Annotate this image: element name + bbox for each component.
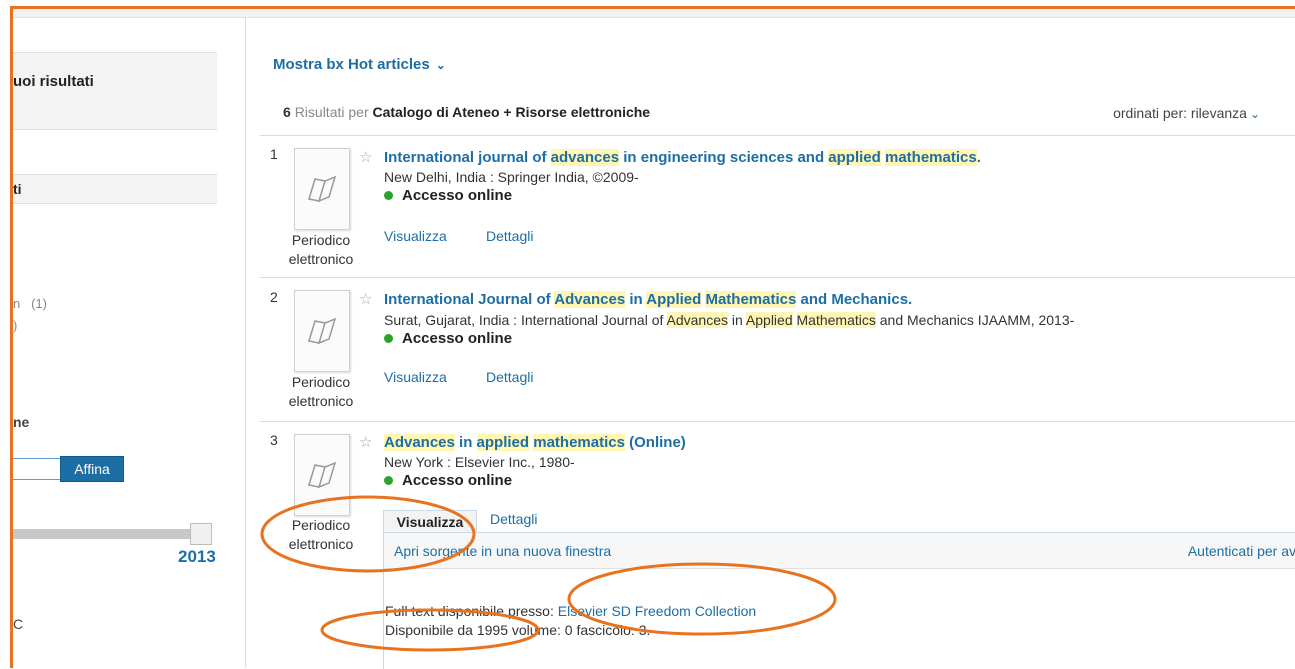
book-icon[interactable]	[294, 290, 350, 372]
facet-date-heading: ne	[13, 414, 30, 430]
facet-count-2[interactable]: )	[13, 318, 17, 333]
online-dot-icon	[384, 476, 393, 485]
year-max-label: 2013	[178, 547, 216, 566]
title-text: and Mechanics.	[796, 291, 913, 308]
results-divider	[260, 135, 1295, 136]
view-panel-bar: Apri sorgente in una nuova finestra Aute…	[384, 533, 1295, 569]
title-highlight: mathematics	[533, 434, 625, 451]
title-text: International journal of	[384, 149, 551, 166]
online-dot-icon	[384, 334, 393, 343]
per-word: per	[348, 104, 369, 120]
publisher-text	[793, 312, 797, 328]
result-type: Periodico elettronico	[288, 374, 354, 409]
online-dot-icon	[384, 191, 393, 200]
book-icon[interactable]	[294, 434, 350, 516]
facet-count-1[interactable]: n (1)	[13, 296, 47, 311]
publisher-text: and Mechanics IJAAMM, 2013-	[875, 312, 1075, 328]
title-text: in engineering sciences and	[619, 149, 829, 166]
result-title[interactable]: International Journal of Advances in App…	[384, 291, 912, 308]
chevron-down-icon: ⌄	[1249, 107, 1260, 121]
title-text: .	[976, 149, 981, 166]
result-number: 2	[270, 289, 278, 305]
fulltext-line: Full text disponibile presso: Elsevier S…	[385, 603, 756, 619]
view-link[interactable]: Visualizza	[384, 369, 447, 385]
publisher-text: in	[728, 312, 746, 328]
facet-bottom-label: C	[13, 616, 24, 632]
publisher-highlight: Mathematics	[796, 312, 876, 328]
result-title[interactable]: International journal of advances in eng…	[384, 149, 981, 166]
results-divider	[260, 421, 1295, 422]
title-highlight: mathematics	[884, 149, 977, 166]
result-title[interactable]: Advances in applied mathematics (Online)	[384, 434, 686, 451]
result-publisher: New Delhi, India : Springer India, ©2009…	[384, 169, 639, 185]
access-status: Accesso online	[384, 472, 512, 489]
publisher-highlight: Applied	[745, 312, 793, 328]
title-highlight: Advances	[384, 434, 455, 451]
fulltext-provider-link[interactable]: Elsevier SD Freedom Collection	[558, 603, 756, 619]
title-highlight: advances	[550, 149, 620, 166]
title-highlight: applied	[828, 149, 881, 166]
facet-header: uoi risultati	[13, 52, 217, 130]
title-text: in	[625, 291, 647, 308]
year-input[interactable]	[13, 458, 62, 480]
open-source-link[interactable]: Apri sorgente in una nuova finestra	[394, 543, 611, 559]
results-divider	[260, 277, 1295, 278]
facet-header-title: uoi risultati	[13, 73, 94, 90]
star-icon[interactable]: ☆	[359, 433, 372, 451]
collection-name: Catalogo di Ateneo + Risorse elettronich…	[372, 104, 651, 120]
year-slider-handle[interactable]	[190, 523, 212, 545]
result-number: 3	[270, 432, 278, 448]
chevron-down-icon: ⌄	[435, 58, 446, 72]
publisher-text: Surat, Gujarat, India : International Jo…	[384, 312, 667, 328]
year-slider-track[interactable]	[13, 529, 199, 539]
access-label: Accesso online	[402, 472, 513, 489]
title-highlight: Applied	[646, 291, 702, 308]
fulltext-prefix: Full text disponibile presso:	[385, 603, 558, 619]
details-link[interactable]: Dettagli	[486, 369, 533, 385]
sort-control[interactable]: ordinati per: rilevanza ⌄	[1113, 105, 1260, 121]
view-link[interactable]: Visualizza	[384, 228, 447, 244]
result-number: 1	[270, 146, 278, 162]
facet-section-heading[interactable]: ti	[13, 174, 217, 204]
results-count: 6	[283, 104, 291, 120]
sidebar-divider	[245, 17, 246, 668]
results-word: Risultati	[294, 104, 345, 120]
facet-section-label: ti	[13, 181, 22, 197]
title-text: International Journal of	[384, 291, 555, 308]
view-panel: Apri sorgente in una nuova finestra Aute…	[383, 532, 1295, 669]
book-icon[interactable]	[294, 148, 350, 230]
title-highlight: applied	[476, 434, 530, 451]
details-link[interactable]: Dettagli	[486, 228, 533, 244]
affina-button[interactable]: Affina	[60, 456, 124, 482]
result-publisher: Surat, Gujarat, India : International Jo…	[384, 312, 1074, 328]
result-type: Periodico elettronico	[288, 517, 354, 552]
sort-value: rilevanza	[1190, 105, 1247, 121]
title-highlight: Mathematics	[705, 291, 797, 308]
publisher-text: New York : Elsevier Inc., 1980-	[384, 454, 575, 470]
tab-dettagli[interactable]: Dettagli	[490, 511, 537, 527]
title-text: (Online)	[624, 434, 686, 451]
facet-sidebar: uoi risultati ti n (1) ) ne Affina 2013 …	[13, 17, 246, 668]
access-label: Accesso online	[402, 330, 513, 347]
star-icon[interactable]: ☆	[359, 290, 372, 308]
access-status: Accesso online	[384, 330, 512, 347]
title-highlight: Advances	[554, 291, 626, 308]
publisher-highlight: Advances	[666, 312, 728, 328]
access-status: Accesso online	[384, 187, 512, 204]
hot-articles-toggle[interactable]: Mostra bx Hot articles ⌄	[273, 56, 446, 73]
publisher-text: New Delhi, India : Springer India, ©2009…	[384, 169, 639, 185]
access-label: Accesso online	[402, 187, 513, 204]
tab-visualizza[interactable]: Visualizza	[383, 510, 477, 533]
result-publisher: New York : Elsevier Inc., 1980-	[384, 454, 575, 470]
availability-line: Disponibile da 1995 volume: 0 fascicolo:…	[385, 622, 651, 638]
results-summary: 6 Risultati per Catalogo di Ateneo + Ris…	[283, 104, 650, 120]
authenticate-link[interactable]: Autenticati per av	[1188, 543, 1295, 559]
hot-articles-label: Mostra bx Hot articles	[273, 56, 430, 73]
sort-label: ordinati per:	[1113, 105, 1188, 121]
title-text: in	[454, 434, 477, 451]
star-icon[interactable]: ☆	[359, 148, 372, 166]
result-type: Periodico elettronico	[288, 232, 354, 267]
